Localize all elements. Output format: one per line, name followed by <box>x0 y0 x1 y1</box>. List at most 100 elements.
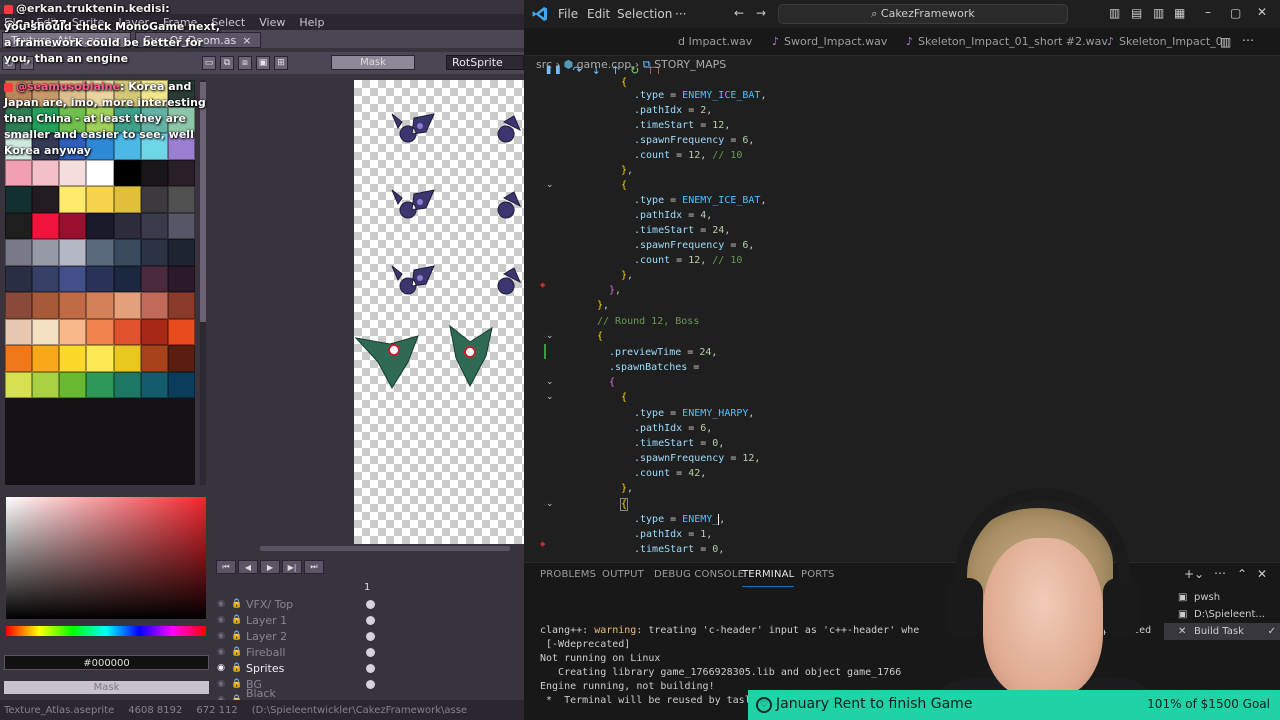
palette-swatch[interactable] <box>59 265 87 292</box>
palette-swatch[interactable] <box>86 186 114 213</box>
split-editor-icon[interactable]: ▥ <box>1220 35 1231 49</box>
first-frame-icon[interactable]: ⏮ <box>216 560 236 574</box>
mask-opacity-bar[interactable]: Mask <box>4 681 209 694</box>
menu-help[interactable]: Help <box>299 16 324 29</box>
layer-vfx-top[interactable]: ◉ 🔒 VFX/ Top <box>216 596 376 612</box>
palette-swatch[interactable] <box>5 318 33 345</box>
fold-chevron-icon[interactable]: ⌄ <box>546 375 556 390</box>
palette-swatch[interactable] <box>86 212 114 239</box>
palette-swatch[interactable] <box>32 239 60 266</box>
palette-swatch[interactable] <box>140 371 168 398</box>
tab-skeleton-impact-wav[interactable]: ♪ Skeleton_Impact_0 <box>1107 28 1223 56</box>
toggle-sidebar-icon[interactable]: ▥ <box>1109 6 1120 20</box>
canvas-scrollbar[interactable] <box>260 546 510 551</box>
toggle-secondary-sidebar-icon[interactable]: ▥ <box>1153 6 1164 20</box>
palette-swatch[interactable] <box>32 345 60 372</box>
eye-icon[interactable]: ◉ <box>216 679 226 689</box>
breakpoint-icon[interactable]: ◆ <box>540 540 545 548</box>
back-arrow-icon[interactable]: ← <box>734 6 744 20</box>
command-center-search[interactable]: ⌕ CakezFramework <box>778 4 1068 24</box>
palette-swatch[interactable] <box>167 318 195 345</box>
palette-swatch[interactable] <box>140 186 168 213</box>
menu-more[interactable]: ··· <box>675 7 686 21</box>
palette-swatch[interactable] <box>86 345 114 372</box>
palette-swatch[interactable] <box>5 292 33 319</box>
maximize-icon[interactable]: ▢ <box>1230 6 1241 20</box>
palette-swatch[interactable] <box>113 212 141 239</box>
lock-icon[interactable]: 🔒 <box>231 679 242 689</box>
palette-swatch[interactable] <box>5 239 33 266</box>
forward-arrow-icon[interactable]: → <box>756 6 766 20</box>
palette-swatch[interactable] <box>5 212 33 239</box>
close-icon[interactable]: × <box>242 34 251 47</box>
palette-swatch[interactable] <box>86 371 114 398</box>
palette-swatch[interactable] <box>167 186 195 213</box>
palette-swatch[interactable] <box>5 371 33 398</box>
palette-swatch[interactable] <box>140 239 168 266</box>
tab-ports[interactable]: PORTS <box>801 569 835 580</box>
palette-swatch[interactable] <box>59 239 87 266</box>
palette-swatch[interactable] <box>167 345 195 372</box>
prev-frame-icon[interactable]: ◀ <box>238 560 258 574</box>
layer-sprites[interactable]: ◉ 🔒 Sprites <box>216 660 376 676</box>
palette-swatch[interactable] <box>140 292 168 319</box>
palette-swatch[interactable] <box>167 239 195 266</box>
palette-swatch[interactable] <box>167 265 195 292</box>
palette-swatch[interactable] <box>113 345 141 372</box>
palette-swatch[interactable] <box>113 265 141 292</box>
palette-swatch[interactable] <box>32 318 60 345</box>
sprite-editor[interactable] <box>214 80 524 550</box>
palette-swatch[interactable] <box>59 292 87 319</box>
eye-icon[interactable]: ◉ <box>216 663 226 673</box>
tab-impact-wav[interactable]: d Impact.wav <box>678 28 752 56</box>
menu-file[interactable]: File <box>558 7 578 21</box>
sprite-canvas[interactable] <box>354 80 524 544</box>
eye-icon[interactable]: ◉ <box>216 599 226 609</box>
palette-swatch[interactable] <box>113 159 141 186</box>
palette-swatch[interactable] <box>86 265 114 292</box>
breakpoint-icon[interactable]: ◆ <box>540 281 545 289</box>
palette-swatch[interactable] <box>32 186 60 213</box>
palette-swatch[interactable] <box>86 239 114 266</box>
layer-fireball[interactable]: ◉ 🔒 Fireball <box>216 644 376 660</box>
palette-swatch[interactable] <box>32 212 60 239</box>
palette-swatch[interactable] <box>86 159 114 186</box>
tab-terminal[interactable]: TERMINAL <box>742 569 795 587</box>
palette-swatch[interactable] <box>32 371 60 398</box>
palette-swatch[interactable] <box>167 292 195 319</box>
eye-icon[interactable]: ◉ <box>216 647 226 657</box>
lock-icon[interactable]: 🔒 <box>231 647 242 657</box>
select-subtract-icon[interactable]: ⧈ <box>238 56 252 70</box>
select-intersect-icon[interactable]: ▣ <box>256 56 270 70</box>
menu-selection[interactable]: Selection <box>617 7 672 21</box>
cel-dot[interactable] <box>366 679 375 689</box>
frame-number[interactable]: 1 <box>364 582 370 593</box>
mask-color-field[interactable]: Mask <box>331 55 415 70</box>
palette-swatch[interactable] <box>140 345 168 372</box>
palette-swatch[interactable] <box>59 371 87 398</box>
last-frame-icon[interactable]: ⏭ <box>304 560 324 574</box>
palette-swatch[interactable] <box>86 292 114 319</box>
palette-swatch[interactable] <box>140 265 168 292</box>
cel-dot[interactable] <box>366 599 375 609</box>
palette-swatch[interactable] <box>113 186 141 213</box>
palette-swatch[interactable] <box>59 318 87 345</box>
lock-icon[interactable]: 🔒 <box>231 631 242 641</box>
palette-swatch[interactable] <box>32 265 60 292</box>
fold-chevron-icon[interactable]: ⌄ <box>546 390 556 405</box>
cel-dot[interactable] <box>366 631 375 641</box>
lock-icon[interactable]: 🔒 <box>231 615 242 625</box>
palette-swatch[interactable] <box>140 212 168 239</box>
cel-dot[interactable] <box>366 647 375 657</box>
palette-swatch[interactable] <box>5 345 33 372</box>
palette-swatch[interactable] <box>86 318 114 345</box>
palette-swatch[interactable] <box>113 318 141 345</box>
editor-scrollbar[interactable] <box>1268 74 1278 562</box>
palette-swatch[interactable] <box>5 186 33 213</box>
palette-swatch[interactable] <box>113 239 141 266</box>
palette-swatch[interactable] <box>167 159 195 186</box>
layer-layer-2[interactable]: ◉ 🔒 Layer 2 <box>216 628 376 644</box>
cel-dot[interactable] <box>366 663 375 673</box>
editor-actions-icon[interactable]: ⋯ <box>1242 33 1254 47</box>
lock-icon[interactable]: 🔒 <box>231 599 242 609</box>
